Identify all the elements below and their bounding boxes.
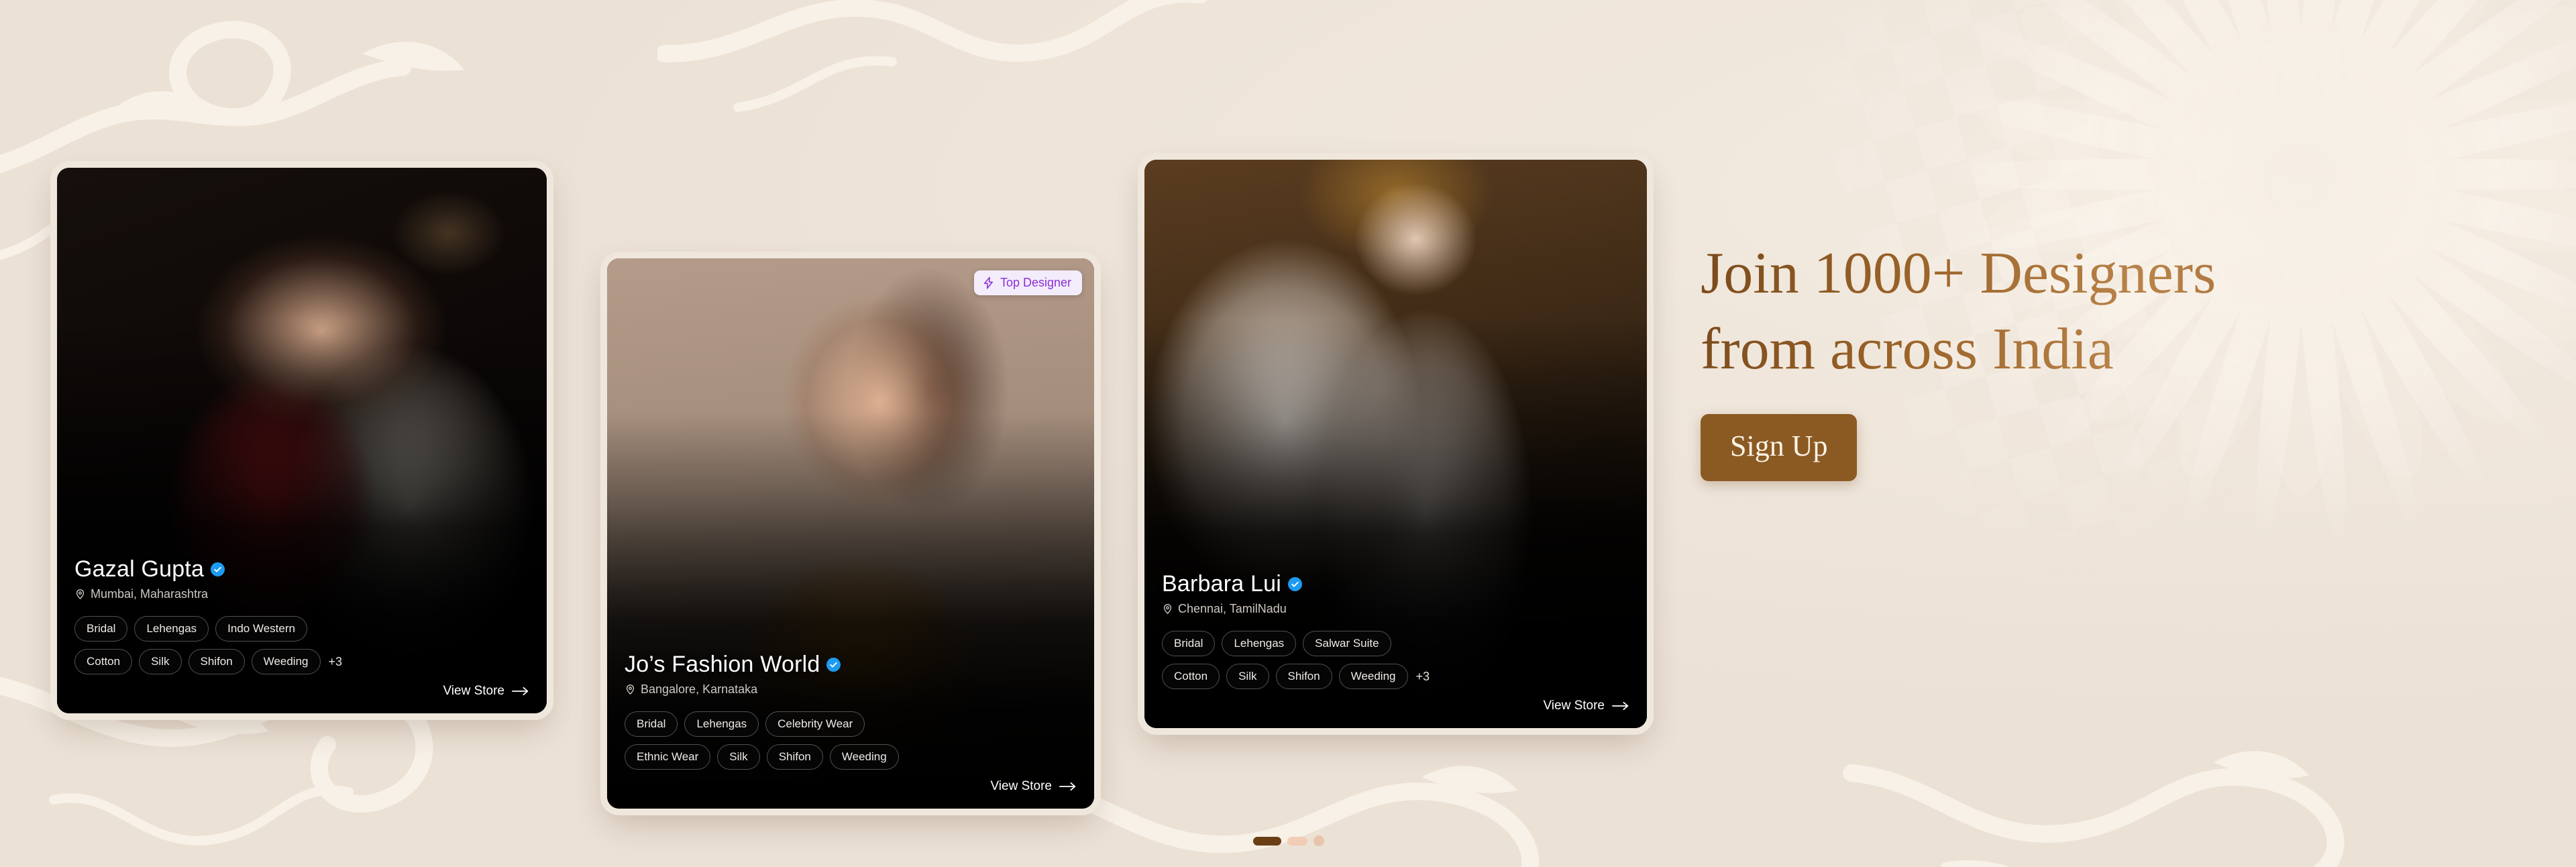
tag-chip[interactable]: Cotton (1162, 664, 1220, 689)
tag-chip[interactable]: Indo Western (215, 616, 307, 642)
tag-chip[interactable]: Shifon (1275, 664, 1332, 689)
tag-chip[interactable]: Bridal (74, 616, 128, 642)
designer-name: Barbara Lui (1162, 571, 1281, 597)
verified-badge-icon (1287, 577, 1302, 591)
tag-chip[interactable]: Shifon (188, 649, 245, 674)
arrow-right-icon (1059, 782, 1076, 791)
view-store-link[interactable]: View Store (625, 779, 1077, 794)
designer-location: Mumbai, Maharashtra (91, 587, 209, 601)
tag-chip[interactable]: Ethnic Wear (625, 744, 711, 770)
hero-section: Join 1000+ Designers from across India S… (1701, 236, 2452, 482)
tag-chip[interactable]: Bridal (625, 711, 678, 737)
designer-tags: Bridal Lehengas Celebrity Wear Ethnic We… (625, 711, 1077, 770)
tag-chip[interactable]: Weeding (1338, 664, 1408, 689)
location-pin-icon (1163, 604, 1172, 615)
top-designer-badge: Top Designer (973, 270, 1082, 295)
designer-card-body: Gazal Gupta Mumbai, Maharashtra Bridal L… (57, 556, 547, 713)
tag-row-primary: Bridal Lehengas Salwar Suite (1162, 631, 1629, 656)
designer-card[interactable]: Barbara Lui Chennai, TamilNadu Bridal Le… (1144, 160, 1647, 728)
designer-name-row: Barbara Lui (1162, 571, 1629, 597)
designer-card[interactable]: Top Designer Jo’s Fashion World Bangalor… (607, 258, 1094, 809)
view-store-label: View Store (443, 684, 504, 698)
view-store-label: View Store (990, 779, 1052, 793)
tag-row-primary: Bridal Lehengas Celebrity Wear (625, 711, 1077, 737)
tag-chip[interactable]: Silk (717, 744, 760, 770)
top-designer-label: Top Designer (1000, 276, 1071, 289)
tag-chip[interactable]: Cotton (74, 649, 133, 674)
designer-card[interactable]: Gazal Gupta Mumbai, Maharashtra Bridal L… (57, 168, 547, 713)
designer-name-row: Jo’s Fashion World (625, 652, 1077, 678)
designer-location-row: Bangalore, Karnataka (625, 682, 1077, 697)
tag-chip[interactable]: Shifon (766, 744, 823, 770)
arrow-right-icon (512, 686, 529, 696)
carousel-dot[interactable] (1313, 835, 1324, 846)
tag-chip[interactable]: Bridal (1162, 631, 1216, 656)
tag-chip[interactable]: Lehengas (1222, 631, 1297, 656)
carousel-dots[interactable] (1253, 835, 1324, 846)
designer-name-row: Gazal Gupta (74, 556, 529, 582)
designer-card-body: Jo’s Fashion World Bangalore, Karnataka … (607, 652, 1094, 809)
tag-chip[interactable]: Celebrity Wear (765, 711, 865, 737)
designer-location-row: Chennai, TamilNadu (1162, 602, 1629, 616)
tag-row-secondary: Ethnic Wear Silk Shifon Weeding (625, 744, 1077, 770)
page-title: Join 1000+ Designers from across India (1701, 236, 2452, 387)
designer-location-row: Mumbai, Maharashtra (74, 587, 529, 601)
designer-location: Bangalore, Karnataka (641, 682, 758, 696)
designer-card-body: Barbara Lui Chennai, TamilNadu Bridal Le… (1144, 571, 1647, 728)
tag-overflow-count[interactable]: +3 (1415, 670, 1430, 684)
verified-badge-icon (211, 562, 225, 576)
tag-chip[interactable]: Silk (1226, 664, 1269, 689)
tag-row-primary: Bridal Lehengas Indo Western (74, 616, 529, 642)
tag-chip[interactable]: Lehengas (684, 711, 759, 737)
sign-up-button[interactable]: Sign Up (1701, 414, 1858, 482)
view-store-label: View Store (1543, 699, 1605, 713)
tag-chip[interactable]: Silk (139, 649, 182, 674)
arrow-right-icon (1612, 701, 1629, 711)
carousel-dot-active[interactable] (1253, 836, 1281, 846)
location-pin-icon (626, 684, 635, 695)
designer-tags: Bridal Lehengas Indo Western Cotton Silk… (74, 616, 529, 674)
carousel-dot[interactable] (1287, 836, 1307, 846)
location-pin-icon (76, 589, 85, 600)
designer-name: Jo’s Fashion World (625, 652, 820, 677)
view-store-link[interactable]: View Store (74, 684, 529, 699)
bolt-icon (983, 276, 993, 289)
tag-chip[interactable]: Salwar Suite (1303, 631, 1391, 656)
tag-chip[interactable]: Weeding (251, 649, 321, 674)
verified-badge-icon (826, 658, 841, 672)
tag-row-secondary: Cotton Silk Shifon Weeding +3 (74, 649, 529, 674)
designer-location: Chennai, TamilNadu (1178, 602, 1287, 615)
view-store-link[interactable]: View Store (1162, 699, 1629, 713)
tag-chip[interactable]: Weeding (829, 744, 899, 770)
tag-chip[interactable]: Lehengas (134, 616, 209, 642)
designer-tags: Bridal Lehengas Salwar Suite Cotton Silk… (1162, 631, 1629, 689)
tag-overflow-count[interactable]: +3 (327, 655, 343, 669)
tag-row-secondary: Cotton Silk Shifon Weeding +3 (1162, 664, 1629, 689)
designer-name: Gazal Gupta (74, 556, 205, 582)
